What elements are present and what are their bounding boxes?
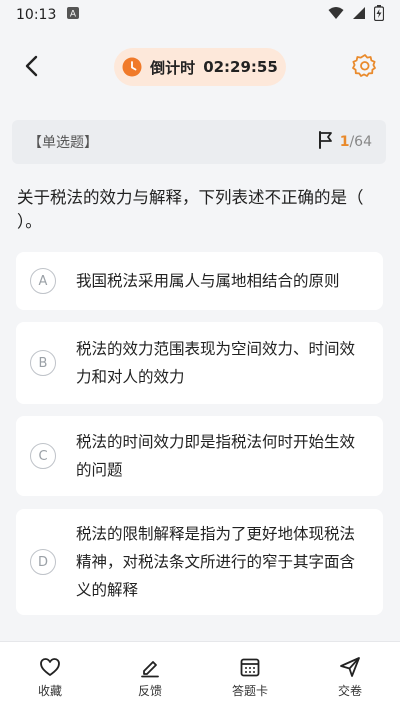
flag-icon[interactable] (318, 131, 334, 153)
option-d[interactable]: D 税法的限制解释是指为了更好地体现税法精神，对税法条文所进行的窄于其字面含义的… (16, 509, 383, 615)
battery-icon (373, 5, 385, 25)
send-icon (340, 657, 360, 677)
edit-icon (141, 661, 159, 678)
option-text: 税法的限制解释是指为了更好地体现税法精神，对税法条文所进行的窄于其字面含义的解释 (76, 525, 356, 599)
question-text: 关于税法的效力与解释，下列表述不正确的是（ ）。 (17, 188, 364, 231)
answer-sheet-label: 答题卡 (231, 684, 268, 698)
settings-button[interactable] (349, 50, 381, 82)
timer-value: 02:29:55 (203, 58, 278, 76)
current-question-number: 1 (339, 134, 350, 150)
option-b[interactable]: B 税法的效力范围表现为空间效力、时间效力和对人的效力 (16, 322, 383, 404)
option-text: 税法的时间效力即是指税法何时开始生效的问题 (76, 433, 356, 479)
feedback-label: 反馈 (137, 684, 162, 698)
option-letter: B (30, 350, 56, 376)
countdown-timer: 倒计时 02:29:55 (114, 48, 286, 86)
calendar-icon (240, 658, 260, 677)
submit-label: 交卷 (337, 684, 362, 698)
back-button[interactable] (16, 50, 48, 82)
header: 倒计时 02:29:55 (0, 30, 400, 106)
notification-icon: A (66, 6, 80, 24)
svg-text:A: A (70, 10, 77, 20)
status-bar: 10:13 A (0, 0, 400, 30)
bottom-toolbar: 收藏 反馈 答题卡 交卷 (0, 641, 400, 713)
feedback-button[interactable]: 反馈 (110, 656, 190, 699)
option-letter: C (30, 443, 56, 469)
total-questions: /64 (349, 134, 372, 150)
answer-sheet-button[interactable]: 答题卡 (210, 656, 290, 699)
option-c[interactable]: C 税法的时间效力即是指税法何时开始生效的问题 (16, 416, 383, 496)
option-letter: D (30, 549, 56, 575)
option-letter: A (30, 268, 56, 294)
option-a[interactable]: A 我国税法采用属人与属地相结合的原则 (16, 252, 383, 310)
heart-icon (40, 658, 60, 676)
option-text: 我国税法采用属人与属地相结合的原则 (76, 272, 340, 290)
favorite-button[interactable]: 收藏 (10, 656, 90, 699)
gear-icon (352, 54, 376, 77)
clock-icon (122, 57, 142, 77)
signal-icon (352, 6, 366, 24)
question-progress: 1/64 (318, 131, 372, 153)
favorite-label: 收藏 (37, 684, 62, 698)
question-info-bar: 【单选题】 1/64 (12, 120, 386, 164)
submit-button[interactable]: 交卷 (310, 656, 390, 699)
chevron-left-icon (25, 55, 38, 77)
status-time: 10:13 (16, 7, 57, 23)
question-type-label: 【单选题】 (28, 135, 98, 151)
option-text: 税法的效力范围表现为空间效力、时间效力和对人的效力 (76, 340, 356, 386)
timer-label: 倒计时 (150, 58, 196, 77)
wifi-icon (328, 6, 344, 24)
